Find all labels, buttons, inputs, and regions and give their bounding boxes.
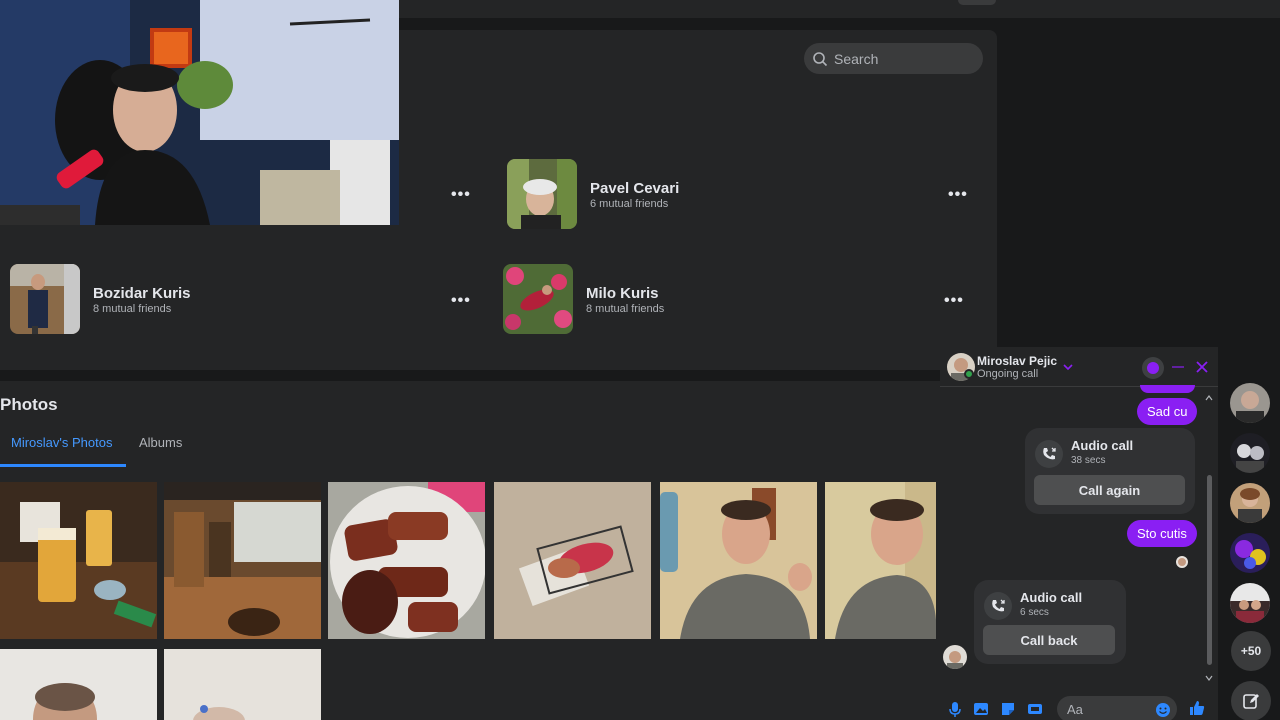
mutual-friends-count: 6 mutual friends [590, 198, 669, 210]
active-tab-indicator [0, 464, 126, 467]
chat-head-avatar[interactable] [1230, 533, 1270, 573]
friend-photo[interactable] [10, 264, 80, 334]
outgoing-message[interactable]: Sad cu [1137, 398, 1198, 425]
friend-name[interactable]: Pavel Cevari [590, 180, 679, 197]
scroll-up-icon[interactable] [1205, 395, 1213, 401]
tab-albums[interactable]: Albums [139, 435, 182, 450]
call-log-card: Audio call 38 secs Call again [1025, 428, 1195, 514]
microphone-icon[interactable] [947, 701, 963, 717]
call-log-card: Audio call 6 secs Call back [974, 580, 1126, 664]
webcam-overlay [0, 0, 399, 225]
friend-name[interactable]: Milo Kuris [586, 285, 659, 302]
search-placeholder: Search [834, 50, 879, 67]
seen-avatar [1176, 556, 1188, 568]
friend-more-button[interactable]: ••• [944, 292, 964, 310]
search-icon [813, 51, 828, 66]
photo-thumbnail[interactable] [164, 649, 321, 720]
chat-head-avatar[interactable] [1230, 383, 1270, 423]
new-message-button[interactable] [1231, 681, 1271, 720]
contact-avatar-small [943, 645, 967, 669]
chat-head-avatar[interactable] [1230, 483, 1270, 523]
photo-thumbnail[interactable] [164, 482, 321, 639]
chat-head-avatar[interactable] [1230, 583, 1270, 623]
photo-thumbnail[interactable] [0, 649, 157, 720]
like-icon[interactable] [1189, 700, 1205, 716]
outgoing-message[interactable]: Sto cutis [1127, 520, 1197, 547]
photo-thumbnail[interactable] [660, 482, 817, 639]
friend-name[interactable]: Bozidar Kuris [93, 285, 191, 302]
more-chats-button[interactable]: +50 [1231, 631, 1271, 671]
chat-header[interactable]: Miroslav Pejic Ongoing call [940, 347, 1218, 387]
chat-call-status: Ongoing call [977, 368, 1039, 380]
chat-scrollbar[interactable] [1204, 395, 1214, 685]
emoji-icon[interactable] [1155, 702, 1171, 718]
friend-more-button[interactable]: ••• [948, 186, 968, 204]
chevron-down-icon[interactable] [1063, 363, 1073, 371]
search-input[interactable]: Search [804, 43, 983, 74]
sticker-icon[interactable] [1000, 701, 1016, 717]
message-composer: Aa [940, 693, 1218, 720]
mutual-friends-count: 8 mutual friends [93, 303, 172, 315]
friend-more-button[interactable]: ••• [451, 292, 471, 310]
compose-icon [1243, 694, 1259, 709]
photo-thumbnail[interactable] [0, 482, 157, 639]
scroll-down-icon[interactable] [1205, 675, 1213, 681]
photo-thumbnail[interactable] [328, 482, 485, 639]
close-icon[interactable] [1196, 361, 1208, 373]
photo-thumbnail[interactable] [825, 482, 936, 639]
call-title: Audio call [1020, 590, 1083, 605]
friend-more-button[interactable]: ••• [451, 186, 471, 204]
call-duration: 38 secs [1071, 455, 1106, 466]
scroll-thumb[interactable] [1207, 475, 1212, 665]
call-icon[interactable] [1142, 357, 1164, 379]
image-icon[interactable] [973, 701, 989, 717]
tab-miroslavs-photos[interactable]: Miroslav's Photos [11, 435, 112, 450]
chat-window: Miroslav Pejic Ongoing call Sad cu Audio… [940, 347, 1218, 720]
friend-photo[interactable] [507, 159, 577, 229]
photos-card: Photos Miroslav's Photos Albums [0, 381, 940, 720]
missed-call-icon [984, 592, 1012, 620]
call-back-button[interactable]: Call back [983, 625, 1115, 655]
gif-icon[interactable] [1027, 701, 1043, 717]
call-duration: 6 secs [1020, 607, 1049, 618]
top-bar-button[interactable] [958, 0, 996, 5]
online-status-dot [964, 369, 974, 379]
photo-thumbnail[interactable] [494, 482, 651, 639]
friend-photo[interactable] [503, 264, 573, 334]
chat-contact-name[interactable]: Miroslav Pejic [977, 354, 1057, 368]
minimize-icon[interactable] [1172, 366, 1184, 369]
call-again-button[interactable]: Call again [1034, 475, 1185, 505]
call-title: Audio call [1071, 438, 1134, 453]
chat-head-avatar[interactable] [1230, 433, 1270, 473]
photos-title: Photos [0, 395, 58, 414]
missed-call-icon [1035, 440, 1063, 468]
mutual-friends-count: 8 mutual friends [586, 303, 665, 315]
message-placeholder: Aa [1067, 701, 1083, 717]
previous-message-bubble [1140, 385, 1195, 393]
